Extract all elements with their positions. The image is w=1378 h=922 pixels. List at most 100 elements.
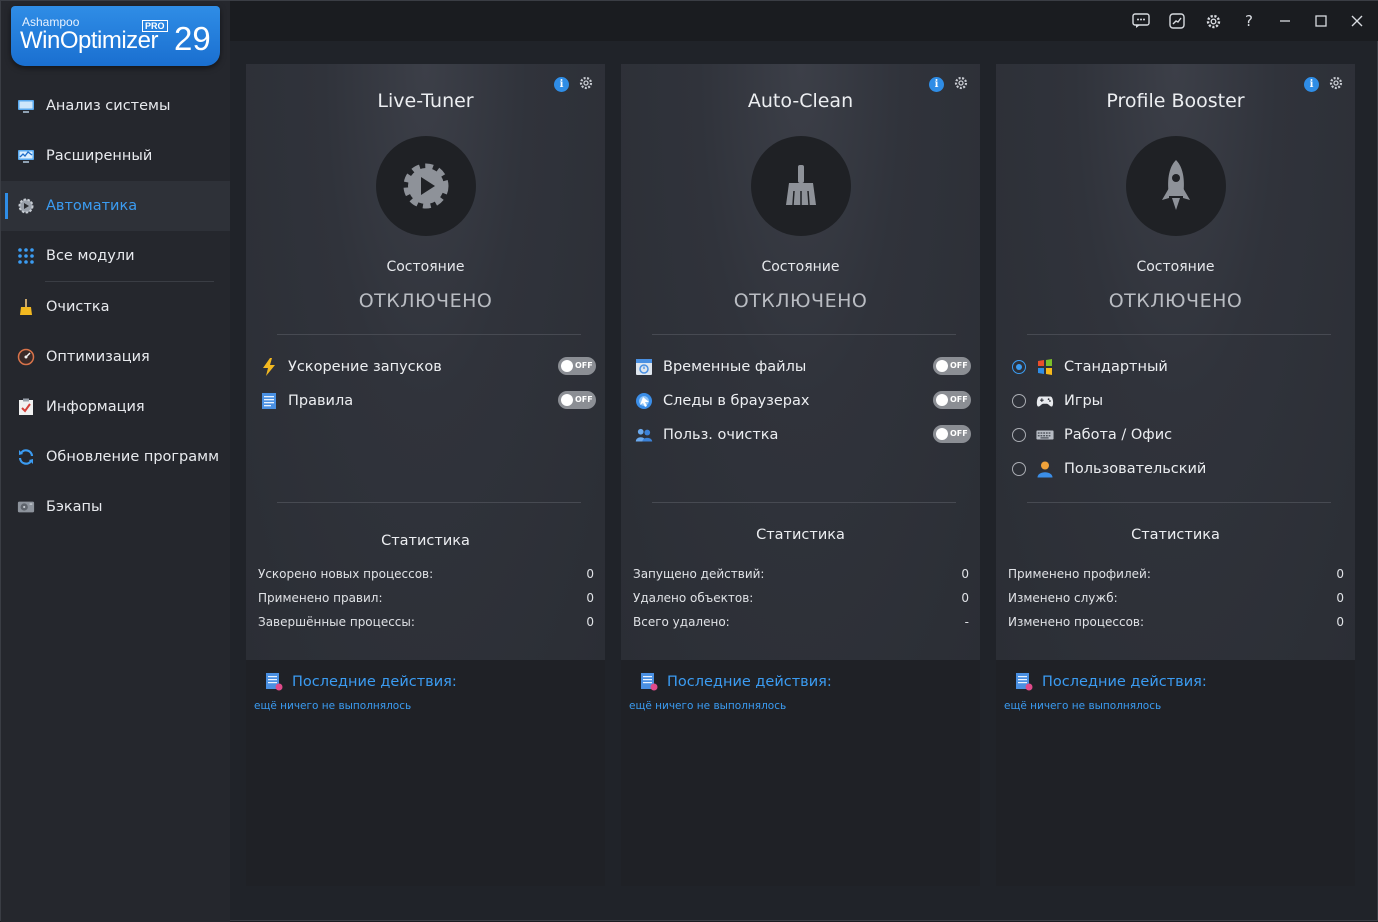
stat-label: Применено профилей: [1008,567,1151,581]
monitor-icon [17,97,35,115]
rules-toggle[interactable]: OFF [558,391,596,409]
logo-edition: PRO [142,20,168,32]
sidebar-item-cleanup[interactable]: Очистка [1,282,230,332]
sidebar-item-label: Расширенный [46,148,153,164]
sidebar-item-label: Информация [46,399,145,415]
divider [1027,334,1331,335]
user-cleanup-toggle[interactable]: OFF [933,425,971,443]
panel-header: i Auto-Clean Состояние ОТКЛЮЧЕНО Временн… [621,64,980,660]
sidebar-item-label: Все модули [46,248,135,264]
stat-label: Изменено процессов: [1008,615,1145,629]
panel-header: i Live-Tuner Состояние ОТКЛЮЧЕНО Ускорен… [246,64,605,660]
feedback-icon[interactable] [1129,9,1153,33]
brush-icon [751,136,851,236]
windows-icon [1036,358,1054,376]
stat-row: Запущено действий: 0 [633,567,969,585]
gamepad-icon [1036,392,1054,410]
profile-booster-panel: i Profile Booster Состояние ОТКЛЮЧЕНО Ст… [996,64,1355,886]
option-temp-files: Временные файлы OFF [635,355,971,379]
sidebar: Ashampoo WinOptimizer PRO 29 Анализ сист… [1,1,230,922]
toggle-state: OFF [950,361,968,370]
sidebar-item-label: Автоматика [46,198,138,214]
profile-radio[interactable] [1012,394,1026,408]
sidebar-item-software-updater[interactable]: Обновление программ [1,432,230,482]
state-value: ОТКЛЮЧЕНО [358,290,493,312]
sidebar-item-automation[interactable]: Автоматика [1,181,230,231]
browser-icon [635,392,653,410]
close-icon[interactable] [1345,9,1369,33]
recent-actions-link[interactable]: Последние действия: [264,672,457,692]
temp-files-toggle[interactable]: OFF [933,357,971,375]
state-value: ОТКЛЮЧЕНО [1108,290,1243,312]
stat-label: Завершённые процессы: [258,615,415,629]
stat-label: Ускорено новых процессов: [258,567,434,581]
maximize-icon[interactable] [1309,9,1333,33]
sidebar-item-system-analysis[interactable]: Анализ системы [1,81,230,131]
rules-list-icon [260,392,278,410]
stat-row: Завершённые процессы: 0 [258,615,594,633]
recent-actions-link[interactable]: Последние действия: [639,672,832,692]
stats-title: Статистика [1131,527,1220,543]
refresh-icon [17,448,35,466]
toggle-state: OFF [575,395,593,404]
sidebar-item-advanced[interactable]: Расширенный [1,131,230,181]
sidebar-item-label: Обновление программ [46,449,220,465]
sidebar-item-optimization[interactable]: Оптимизация [1,332,230,382]
stats-title: Статистика [756,527,845,543]
profile-custom[interactable]: Пользовательский [1012,457,1348,481]
toggle-state: OFF [575,361,593,370]
sidebar-item-backups[interactable]: Бэкапы [1,482,230,532]
profile-label: Игры [1064,393,1104,409]
option-startup-boost: Ускорение запусков OFF [260,355,596,379]
play-gear-icon [376,136,476,236]
sidebar-item-information[interactable]: Информация [1,382,230,432]
chart-icon[interactable] [1165,9,1189,33]
rocket-icon [1126,136,1226,236]
profile-games[interactable]: Игры [1012,389,1348,413]
option-user-cleanup: Польз. очистка OFF [635,423,971,447]
startup-boost-toggle[interactable]: OFF [558,357,596,375]
divider [277,334,581,335]
recent-actions-title: Последние действия: [1042,674,1207,690]
stat-label: Всего удалено: [633,615,730,629]
minimize-icon[interactable] [1273,9,1297,33]
broom-icon [17,298,35,316]
state-label: Состояние [1136,259,1215,275]
sidebar-item-all-modules[interactable]: Все модули [1,231,230,281]
log-icon [639,672,659,692]
profile-radio[interactable] [1012,360,1026,374]
recent-actions: Последние действия: ещё ничего не выполн… [621,660,980,886]
recent-actions-text: ещё ничего не выполнялось [254,700,412,712]
settings-icon[interactable] [1201,9,1225,33]
stat-label: Запущено действий: [633,567,765,581]
browser-traces-toggle[interactable]: OFF [933,391,971,409]
profile-label: Стандартный [1064,359,1168,375]
profile-standard[interactable]: Стандартный [1012,355,1348,379]
stat-label: Удалено объектов: [633,591,754,605]
divider [277,502,581,503]
profile-radio[interactable] [1012,428,1026,442]
profile-work-office[interactable]: Работа / Офис [1012,423,1348,447]
recent-actions-text: ещё ничего не выполнялось [629,700,787,712]
title-bar: ? [230,1,1378,41]
stat-row: Ускорено новых процессов: 0 [258,567,594,585]
recent-actions-link[interactable]: Последние действия: [1014,672,1207,692]
recent-actions-title: Последние действия: [292,674,457,690]
stat-value: 0 [1336,591,1344,605]
state-value: ОТКЛЮЧЕНО [733,290,868,312]
profile-radio[interactable] [1012,462,1026,476]
disk-icon [17,498,35,516]
recent-actions-text: ещё ничего не выполнялось [1004,700,1162,712]
option-browser-traces: Следы в браузерах OFF [635,389,971,413]
auto-clean-panel: i Auto-Clean Состояние ОТКЛЮЧЕНО Временн… [621,64,980,886]
stat-value: 0 [961,567,969,581]
help-icon[interactable]: ? [1237,9,1261,33]
option-label: Следы в браузерах [663,393,810,409]
sidebar-item-label: Оптимизация [46,349,150,365]
stat-value: 0 [1336,567,1344,581]
toggle-state: OFF [950,395,968,404]
stat-label: Применено правил: [258,591,383,605]
auto-gear-icon [17,197,35,215]
grid-dots-icon [17,247,35,265]
log-icon [1014,672,1034,692]
